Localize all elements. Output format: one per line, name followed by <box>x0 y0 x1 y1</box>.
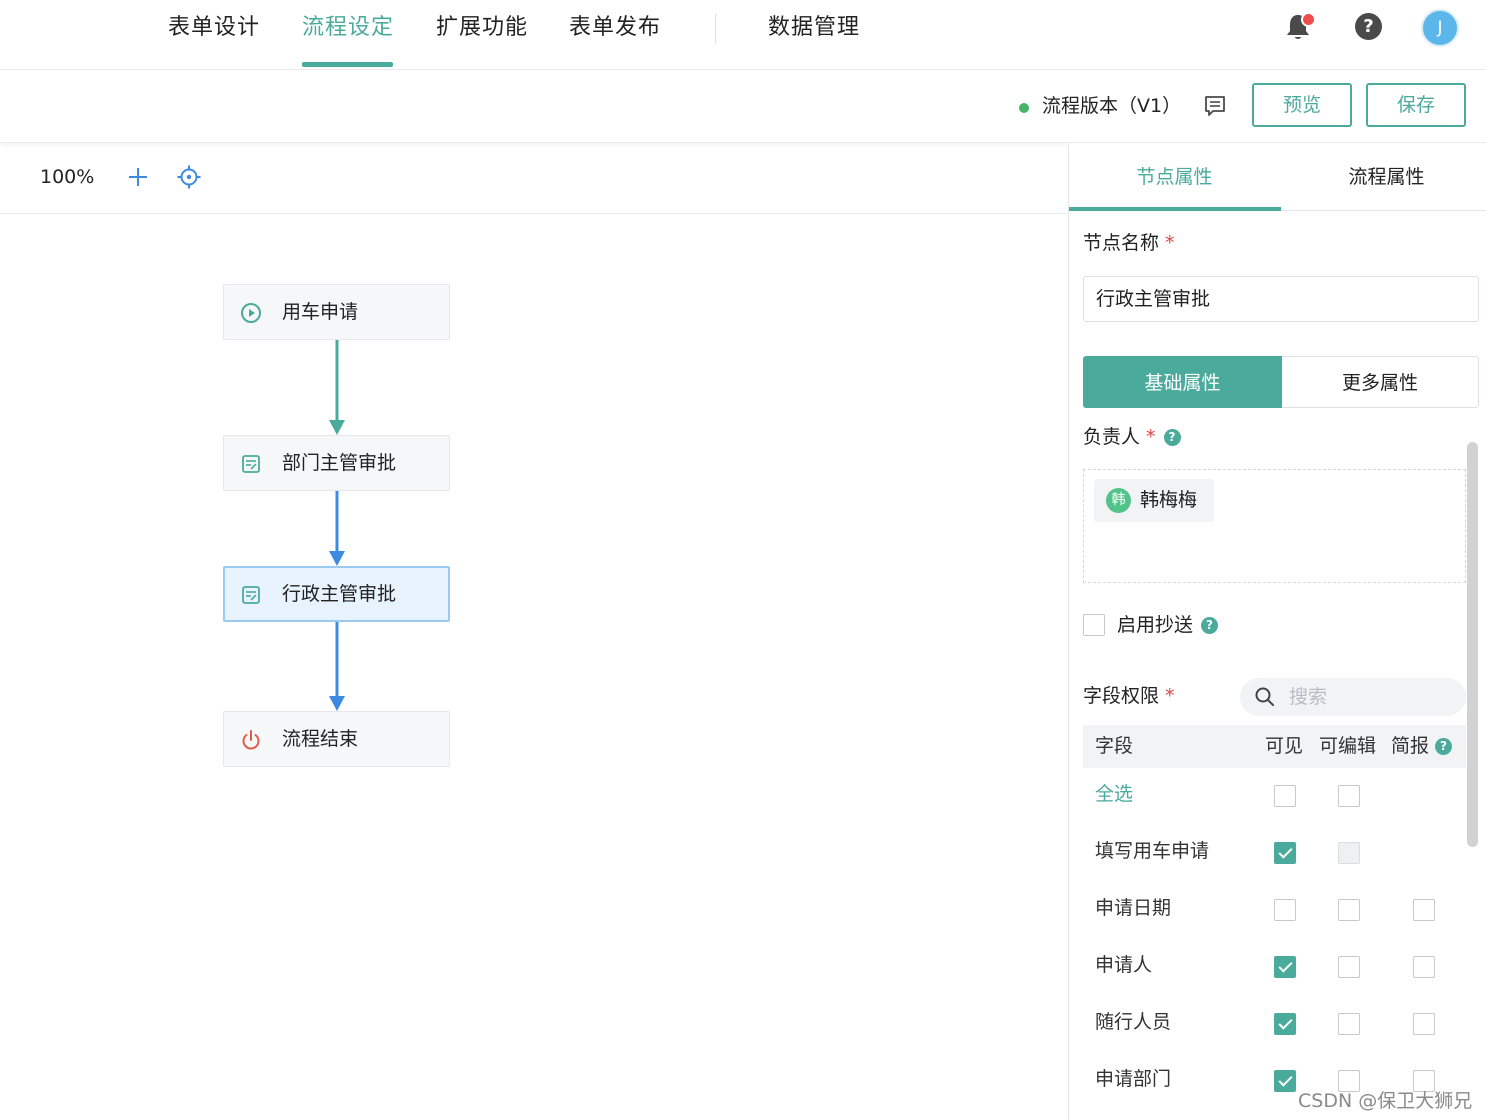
avatar: 韩 <box>1106 488 1131 513</box>
column-header-editable: 可编辑 <box>1319 735 1377 757</box>
flow-connector <box>329 622 345 711</box>
help-icon[interactable]: ? <box>1435 738 1453 755</box>
visible-checkbox[interactable] <box>1274 842 1296 864</box>
active-tab-indicator <box>302 62 393 67</box>
column-header-brief: 简报? <box>1391 732 1453 760</box>
panel-tab-indicator <box>1069 207 1281 211</box>
save-button[interactable]: 保存 <box>1366 83 1466 127</box>
select-all-link[interactable]: 全选 <box>1095 780 1133 808</box>
nav-tab-process-settings[interactable]: 流程设定 <box>302 10 394 46</box>
nav-tab-form-design[interactable]: 表单设计 <box>168 10 260 46</box>
preview-button[interactable]: 预览 <box>1252 83 1352 127</box>
canvas-toolbar <box>0 143 1068 214</box>
editable-checkbox <box>1338 842 1360 864</box>
editable-checkbox[interactable] <box>1338 956 1360 978</box>
cc-label: 启用抄送? <box>1117 611 1219 639</box>
select-all-visible-checkbox[interactable] <box>1274 785 1296 807</box>
visible-checkbox[interactable] <box>1274 1070 1296 1092</box>
play-circle-icon <box>241 303 261 323</box>
node-label: 用车申请 <box>282 301 359 323</box>
visible-checkbox[interactable] <box>1274 956 1296 978</box>
nav-tab-form-publish[interactable]: 表单发布 <box>569 10 661 46</box>
help-icon[interactable]: ? <box>1163 429 1181 446</box>
table-row-label: 随行人员 <box>1095 1011 1172 1033</box>
segment-more-properties[interactable]: 更多属性 <box>1282 356 1479 408</box>
flow-node-admin-approval[interactable]: 行政主管审批 <box>223 566 450 622</box>
watermark: CSDN @保卫大狮兄 <box>1298 1090 1473 1112</box>
node-name-label: 节点名称 * <box>1083 232 1175 254</box>
select-all-editable-checkbox[interactable] <box>1338 785 1360 807</box>
table-row-label: 申请日期 <box>1095 897 1172 919</box>
tab-node-properties[interactable]: 节点属性 <box>1069 159 1280 195</box>
field-permission-label: 字段权限 * <box>1083 685 1175 707</box>
flow-connector <box>329 491 345 566</box>
node-label: 行政主管审批 <box>282 583 397 605</box>
table-row-label: 申请人 <box>1095 954 1153 976</box>
segment-basic-properties[interactable]: 基础属性 <box>1083 356 1282 408</box>
process-version-label[interactable]: 流程版本（V1） <box>1042 91 1181 121</box>
help-icon[interactable]: ? <box>1201 617 1219 634</box>
comment-icon[interactable] <box>1204 95 1226 117</box>
zoom-level: 100% <box>40 166 95 188</box>
column-header-field: 字段 <box>1095 735 1134 757</box>
flow-node-start[interactable]: 用车申请 <box>223 284 450 340</box>
help-icon[interactable]: ? <box>1355 13 1382 40</box>
nav-tab-data-management[interactable]: 数据管理 <box>768 10 860 46</box>
visible-checkbox[interactable] <box>1274 1013 1296 1035</box>
notification-dot <box>1301 12 1316 27</box>
zoom-in-icon[interactable] <box>127 166 149 188</box>
table-row-label: 申请部门 <box>1095 1068 1172 1090</box>
cc-checkbox[interactable] <box>1083 614 1105 636</box>
flow-node-end[interactable]: 流程结束 <box>223 711 450 767</box>
flow-connector <box>329 340 345 435</box>
nav-tab-extensions[interactable]: 扩展功能 <box>436 10 528 46</box>
brief-checkbox[interactable] <box>1413 956 1435 978</box>
search-placeholder: 搜索 <box>1289 686 1328 708</box>
power-icon <box>242 730 260 750</box>
search-icon <box>1255 687 1274 706</box>
assignee-name: 韩梅梅 <box>1140 489 1198 511</box>
table-row-label: 填写用车申请 <box>1095 840 1210 862</box>
form-icon <box>242 586 260 604</box>
assignee-label: 负责人 *? <box>1083 423 1181 451</box>
node-label: 流程结束 <box>282 728 359 750</box>
nav-divider <box>715 14 716 44</box>
node-label: 部门主管审批 <box>282 452 397 474</box>
brief-checkbox[interactable] <box>1413 899 1435 921</box>
column-header-visible: 可见 <box>1265 735 1304 757</box>
form-icon <box>242 455 260 473</box>
panel-scrollbar[interactable] <box>1467 442 1478 847</box>
brief-checkbox[interactable] <box>1413 1013 1435 1035</box>
node-name-input[interactable]: 行政主管审批 <box>1083 276 1479 322</box>
tab-process-properties[interactable]: 流程属性 <box>1281 159 1486 195</box>
editable-checkbox[interactable] <box>1338 899 1360 921</box>
avatar[interactable]: J <box>1421 9 1459 47</box>
visible-checkbox[interactable] <box>1274 899 1296 921</box>
editable-checkbox[interactable] <box>1338 1013 1360 1035</box>
locate-icon[interactable] <box>177 165 201 189</box>
version-status-dot <box>1019 103 1029 113</box>
flow-node-dept-approval[interactable]: 部门主管审批 <box>223 435 450 491</box>
